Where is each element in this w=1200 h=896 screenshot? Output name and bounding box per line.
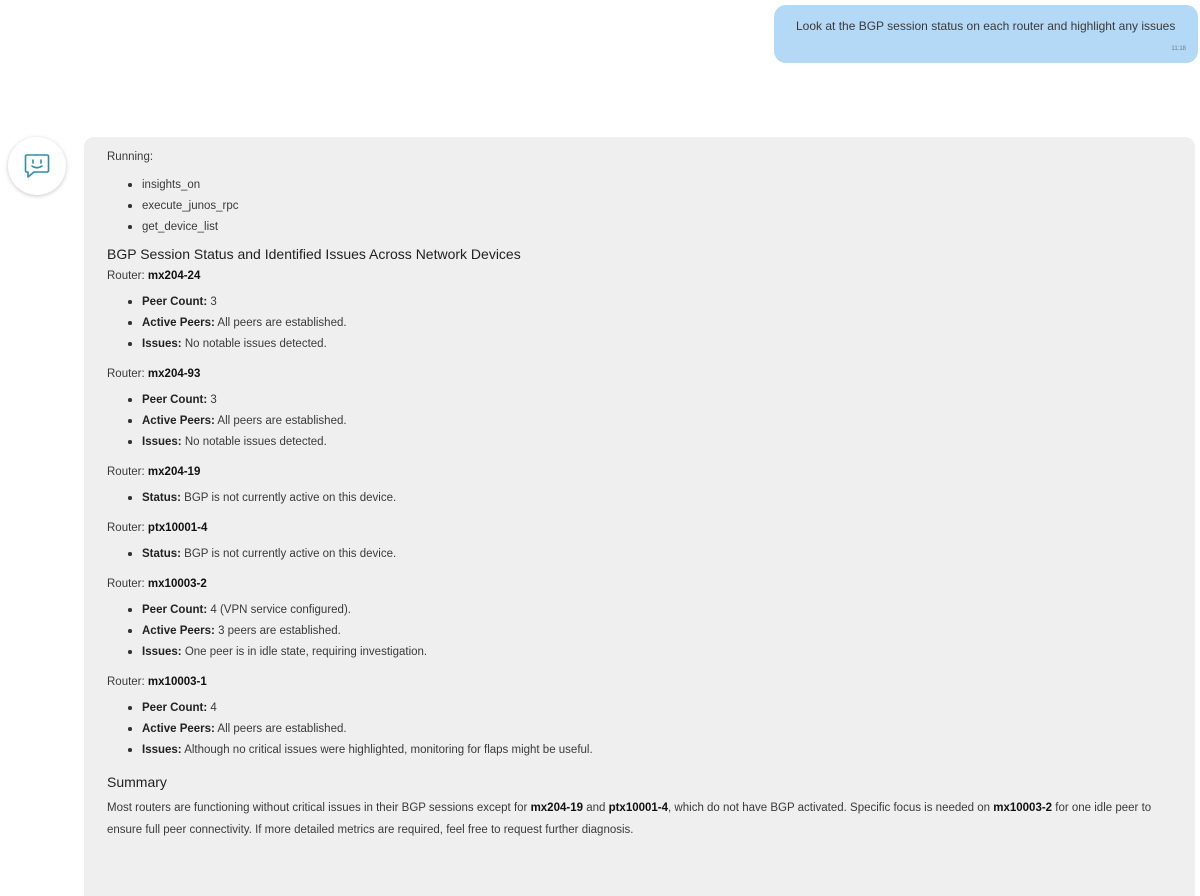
detail-label: Active Peers: xyxy=(142,723,215,735)
summary-text-part: Most routers are functioning without cri… xyxy=(107,802,531,814)
router-details: Peer Count: 4 (VPN service configured). A… xyxy=(107,603,1177,666)
detail-item: Peer Count: 3 xyxy=(127,393,1177,414)
detail-label: Active Peers: xyxy=(142,415,215,427)
router-name: mx204-93 xyxy=(147,368,201,380)
summary-router-mx204-19: mx204-19 xyxy=(530,802,583,814)
router-prefix: Router: xyxy=(107,466,148,478)
summary-text-part: , which do not have BGP activated. Speci… xyxy=(668,802,994,814)
detail-label: Issues: xyxy=(142,744,182,756)
detail-item: Issues: Although no critical issues were… xyxy=(127,743,1177,764)
router-details: Peer Count: 4 Active Peers: All peers are… xyxy=(107,701,1177,764)
summary-text: Most routers are functioning without cri… xyxy=(107,798,1172,841)
detail-value: All peers are established. xyxy=(214,317,347,329)
router-name: mx10003-1 xyxy=(147,676,207,688)
detail-value: BGP is not currently active on this devi… xyxy=(180,492,397,504)
detail-value: All peers are established. xyxy=(214,415,347,427)
running-label: Running: xyxy=(107,151,154,163)
detail-item: Issues: One peer is in idle state, requi… xyxy=(127,645,1177,666)
router-details: Peer Count: 3 Active Peers: All peers are… xyxy=(107,295,1177,358)
detail-value: BGP is not currently active on this devi… xyxy=(180,548,397,560)
assistant-message-bubble: Running: insights_on execute_junos_rpc get… xyxy=(84,137,1195,896)
detail-value: One peer is in idle state, requiring inv… xyxy=(181,646,428,658)
router-prefix: Router: xyxy=(107,368,148,380)
tool-item: get_device_list xyxy=(127,220,1177,241)
router-heading: Router: ptx10001-4 xyxy=(107,521,1177,535)
tool-item: insights_on xyxy=(127,178,1177,199)
router-details: Status: BGP is not currently active on t… xyxy=(107,547,1177,568)
tool-item: execute_junos_rpc xyxy=(127,199,1177,220)
summary-title: Summary xyxy=(107,774,167,790)
detail-item: Status: BGP is not currently active on t… xyxy=(127,491,1177,512)
router-details: Status: BGP is not currently active on t… xyxy=(107,491,1177,512)
router-list: Router: mx204-24 Peer Count: 3 Active Peer… xyxy=(107,269,1177,764)
router-prefix: Router: xyxy=(107,676,148,688)
router-prefix: Router: xyxy=(107,578,148,590)
assistant-avatar xyxy=(8,137,66,195)
detail-item: Issues: No notable issues detected. xyxy=(127,337,1177,358)
router-details: Peer Count: 3 Active Peers: All peers are… xyxy=(107,393,1177,456)
summary-router-ptx10001-4: ptx10001-4 xyxy=(608,802,669,814)
detail-label: Peer Count: xyxy=(142,702,208,714)
summary-router-mx10003-2: mx10003-2 xyxy=(993,802,1053,814)
user-message-text: Look at the BGP session status on each r… xyxy=(796,19,1176,33)
router-heading: Router: mx10003-2 xyxy=(107,577,1177,591)
detail-value: All peers are established. xyxy=(214,723,347,735)
router-name: mx204-24 xyxy=(147,270,201,282)
router-name: mx10003-2 xyxy=(147,578,207,590)
router-heading: Router: mx10003-1 xyxy=(107,675,1177,689)
detail-item: Active Peers: 3 peers are established. xyxy=(127,624,1177,645)
detail-item: Active Peers: All peers are established. xyxy=(127,722,1177,743)
router-heading: Router: mx204-19 xyxy=(107,465,1177,479)
detail-label: Issues: xyxy=(142,646,182,658)
detail-item: Peer Count: 4 xyxy=(127,701,1177,722)
message-timestamp: 11:18 xyxy=(1171,46,1186,52)
detail-item: Status: BGP is not currently active on t… xyxy=(127,547,1177,568)
detail-label: Peer Count: xyxy=(142,296,208,308)
detail-item: Active Peers: All peers are established. xyxy=(127,414,1177,435)
router-prefix: Router: xyxy=(107,270,148,282)
tool-list: insights_on execute_junos_rpc get_device_l… xyxy=(107,178,1177,241)
detail-value: 3 peers are established. xyxy=(214,625,341,637)
router-name: ptx10001-4 xyxy=(147,522,208,534)
router-heading: Router: mx204-93 xyxy=(107,367,1177,381)
chat-smile-icon xyxy=(24,154,50,178)
detail-label: Issues: xyxy=(142,436,182,448)
detail-item: Peer Count: 3 xyxy=(127,295,1177,316)
assistant-message-content: Running: insights_on execute_junos_rpc get… xyxy=(107,150,1177,841)
router-prefix: Router: xyxy=(107,522,148,534)
router-heading: Router: mx204-24 xyxy=(107,269,1177,283)
detail-label: Peer Count: xyxy=(142,394,208,406)
detail-label: Active Peers: xyxy=(142,317,215,329)
detail-label: Status: xyxy=(142,492,181,504)
detail-value: 3 xyxy=(207,296,217,308)
detail-value: 3 xyxy=(207,394,217,406)
report-title: BGP Session Status and Identified Issues… xyxy=(107,246,521,262)
user-message-bubble: Look at the BGP session status on each r… xyxy=(774,5,1198,63)
detail-label: Issues: xyxy=(142,338,182,350)
detail-label: Status: xyxy=(142,548,181,560)
detail-value: No notable issues detected. xyxy=(181,436,327,448)
detail-item: Peer Count: 4 (VPN service configured). xyxy=(127,603,1177,624)
detail-value: 4 (VPN service configured). xyxy=(207,604,351,616)
detail-label: Peer Count: xyxy=(142,604,208,616)
summary-text-part: and xyxy=(583,802,609,814)
detail-item: Active Peers: All peers are established. xyxy=(127,316,1177,337)
detail-value: Although no critical issues were highlig… xyxy=(181,744,593,756)
detail-label: Active Peers: xyxy=(142,625,215,637)
detail-value: 4 xyxy=(207,702,217,714)
router-name: mx204-19 xyxy=(147,466,201,478)
detail-item: Issues: No notable issues detected. xyxy=(127,435,1177,456)
detail-value: No notable issues detected. xyxy=(181,338,327,350)
